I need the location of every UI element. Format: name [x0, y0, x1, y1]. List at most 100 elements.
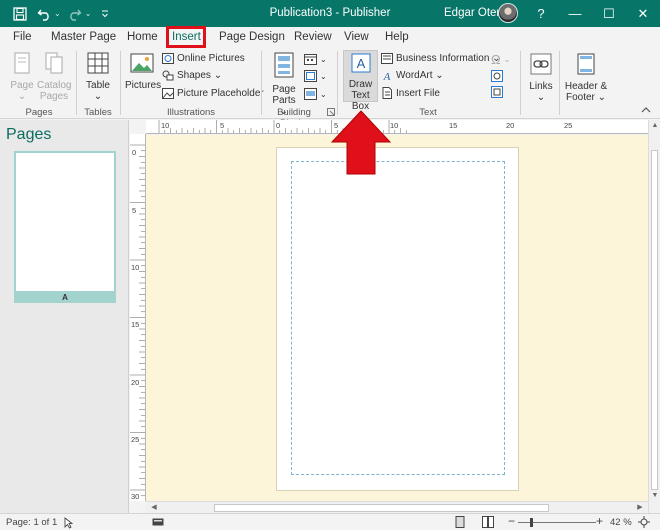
- business-information-button[interactable]: Business Information ⌄: [381, 53, 501, 64]
- vertical-ruler[interactable]: 0 5 10 15 20 25 30: [130, 134, 146, 501]
- insert-tab-highlight: [166, 26, 206, 48]
- svg-text:A: A: [383, 71, 391, 81]
- ruler-label: 5: [132, 206, 137, 215]
- horizontal-scroll-thumb[interactable]: [214, 504, 549, 512]
- object-button[interactable]: [491, 86, 503, 98]
- wordart-button[interactable]: A WordArt ⌄: [381, 70, 444, 81]
- publication-canvas[interactable]: [146, 135, 648, 501]
- single-page-view-icon[interactable]: [454, 516, 466, 528]
- menu-bar: File Master Page Home Insert Page Design…: [0, 27, 660, 48]
- advertisements-button[interactable]: ⌄: [304, 88, 327, 100]
- catalog-pages-icon: [45, 52, 63, 74]
- close-button[interactable]: ✕: [626, 0, 660, 27]
- svg-text:A: A: [356, 56, 365, 71]
- header-footer-icon: [577, 53, 595, 75]
- ruler-label: 15: [131, 320, 140, 329]
- zoom-slider-thumb[interactable]: [530, 518, 533, 527]
- calendar-icon: [304, 54, 317, 65]
- tab-view[interactable]: View: [344, 31, 369, 43]
- zoom-in-button[interactable]: +: [596, 514, 603, 528]
- fit-page-icon[interactable]: [638, 516, 650, 528]
- calendars-dropdown-icon: ⌄: [320, 54, 327, 64]
- shapes-button[interactable]: Shapes ⌄: [162, 70, 222, 81]
- business-information-icon: [381, 53, 393, 64]
- wordart-icon: A: [383, 71, 391, 81]
- tab-help[interactable]: Help: [385, 31, 409, 43]
- pages-panel-title: Pages: [6, 126, 52, 143]
- calendars-button[interactable]: ⌄: [304, 53, 327, 65]
- ruler-label: 20: [131, 378, 140, 387]
- pictures-button[interactable]: Pictures: [125, 52, 161, 91]
- ribbon: Page ⌄ Catalog Pages Pages Table ⌄ Table…: [0, 48, 660, 129]
- help-button[interactable]: ?: [524, 0, 558, 27]
- symbol-button[interactable]: Ω ⌄: [491, 52, 510, 67]
- borders-accents-button[interactable]: ⌄: [304, 70, 327, 82]
- minimize-button[interactable]: —: [558, 0, 592, 27]
- picture-placeholder-button[interactable]: Picture Placeholder: [162, 88, 264, 99]
- vertical-scroll-thumb[interactable]: [651, 150, 658, 490]
- symbol-dropdown-icon: ⌄: [503, 55, 511, 64]
- insert-file-button[interactable]: Insert File: [381, 87, 440, 99]
- scroll-down-icon[interactable]: ▼: [649, 492, 660, 499]
- page-icon: [14, 52, 30, 74]
- vertical-ruler-ticks: [130, 144, 145, 497]
- advertisement-icon: [304, 88, 317, 100]
- page-sheet[interactable]: [276, 147, 519, 491]
- header-footer-button[interactable]: Header & Footer ⌄: [563, 53, 609, 103]
- ruler-corner: [130, 120, 146, 134]
- two-page-view-icon[interactable]: [482, 516, 494, 528]
- catalog-pages-button[interactable]: Catalog Pages: [37, 52, 71, 102]
- red-arrow-icon: [330, 110, 392, 175]
- ruler-label: 5: [220, 121, 225, 130]
- scroll-left-icon[interactable]: ◀: [148, 503, 160, 511]
- group-divider: [261, 51, 262, 115]
- collapse-ribbon-icon[interactable]: [641, 106, 651, 114]
- pictures-icon: [130, 53, 154, 73]
- cursor-icon: [64, 517, 73, 529]
- page-button[interactable]: Page ⌄: [8, 52, 36, 102]
- tab-review[interactable]: Review: [294, 31, 332, 43]
- page-indicator[interactable]: Page: 1 of 1: [6, 517, 57, 528]
- tab-file[interactable]: File: [13, 31, 32, 43]
- page-thumbnail[interactable]: [14, 151, 116, 293]
- pages-group-label: Pages: [25, 107, 53, 118]
- table-button[interactable]: Table ⌄: [83, 52, 113, 102]
- object-icon: [491, 86, 503, 98]
- zoom-out-button[interactable]: −: [508, 514, 515, 528]
- ruler-label: 25: [131, 435, 140, 444]
- ruler-label: 30: [131, 492, 140, 501]
- ruler-label: 10: [161, 121, 170, 130]
- horizontal-scrollbar[interactable]: ◀ ▶: [146, 501, 648, 513]
- online-pictures-icon: [162, 53, 174, 64]
- page-thumbnail-label: A: [14, 293, 116, 303]
- table-icon: [87, 52, 109, 74]
- page-parts-icon: [274, 52, 294, 78]
- group-divider: [76, 51, 77, 115]
- ruler-label: 10: [131, 263, 140, 272]
- links-button[interactable]: Links ⌄: [526, 53, 556, 103]
- advertisements-dropdown-icon: ⌄: [320, 89, 327, 99]
- ruler-label: 25: [564, 121, 573, 130]
- date-time-button[interactable]: [491, 70, 503, 82]
- picture-placeholder-icon: [162, 88, 174, 99]
- draw-text-box-button[interactable]: A Draw Text Box: [343, 50, 378, 112]
- horizontal-ruler[interactable]: 10 5 0 5 10 15 20 25: [146, 120, 648, 134]
- online-pictures-button[interactable]: Online Pictures: [162, 53, 245, 64]
- date-time-icon: [491, 70, 503, 82]
- scroll-right-icon[interactable]: ▶: [634, 503, 646, 511]
- tab-master-page[interactable]: Master Page: [51, 31, 116, 43]
- scroll-up-icon[interactable]: ▲: [649, 122, 660, 129]
- insert-file-icon: [382, 87, 392, 99]
- omega-icon: Ω: [491, 52, 501, 67]
- tab-home[interactable]: Home: [127, 31, 158, 43]
- tab-page-design[interactable]: Page Design: [219, 31, 285, 43]
- vertical-scrollbar[interactable]: ▲ ▼: [648, 120, 660, 513]
- shapes-icon: [162, 70, 174, 81]
- zoom-level[interactable]: 42 %: [610, 517, 632, 528]
- ruler-label: 20: [506, 121, 515, 130]
- illustrations-group-label: Illustrations: [166, 107, 216, 118]
- maximize-button[interactable]: ☐: [592, 0, 626, 27]
- group-divider: [520, 51, 521, 115]
- group-divider: [559, 51, 560, 115]
- avatar[interactable]: [498, 3, 518, 23]
